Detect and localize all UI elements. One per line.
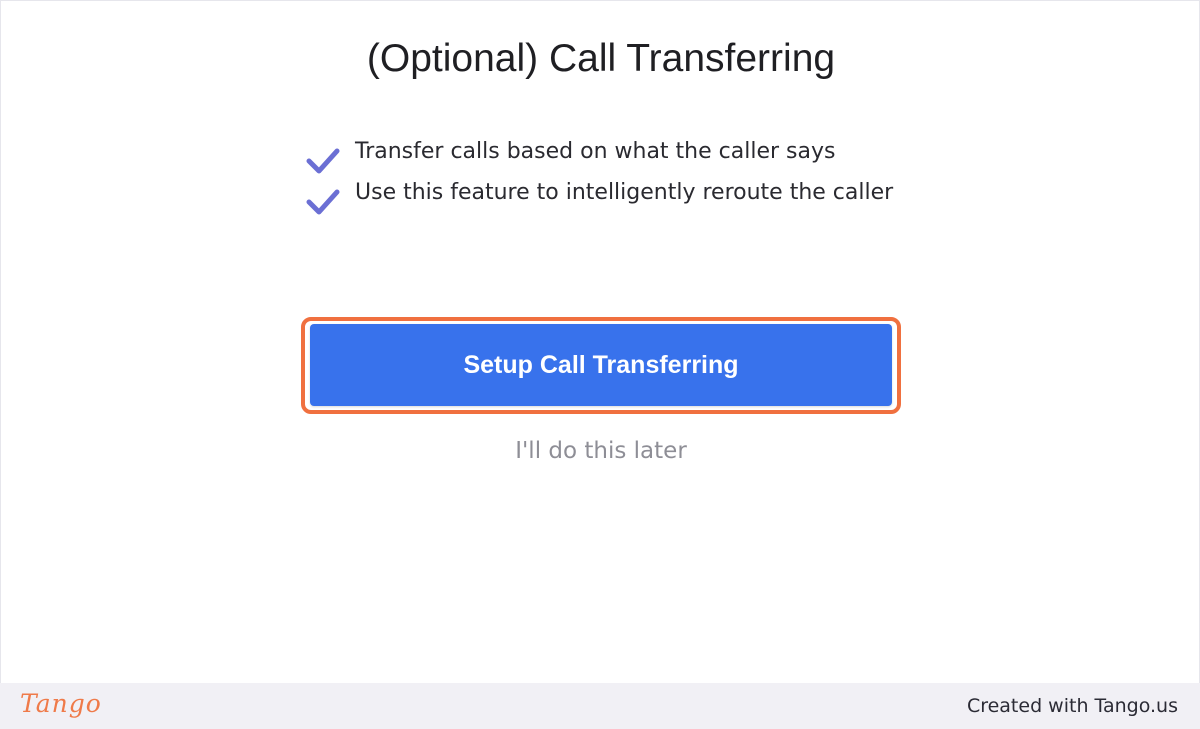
feature-text: Use this feature to intelligently rerout… (355, 180, 894, 205)
setup-call-transferring-button[interactable]: Setup Call Transferring (310, 324, 892, 406)
footer-bar: Tango Created with Tango.us (0, 683, 1200, 729)
checkmark-icon (306, 189, 340, 215)
created-with-credit: Created with Tango.us (966, 695, 1178, 717)
do-this-later-link[interactable]: I'll do this later (1, 438, 1200, 464)
dialog-panel: (Optional) Call Transferring Transfer ca… (0, 0, 1200, 683)
dialog-title: (Optional) Call Transferring (366, 37, 836, 80)
feature-text: Transfer calls based on what the caller … (355, 139, 836, 164)
tango-logo: Tango (20, 689, 102, 718)
checkmark-icon (306, 148, 340, 174)
